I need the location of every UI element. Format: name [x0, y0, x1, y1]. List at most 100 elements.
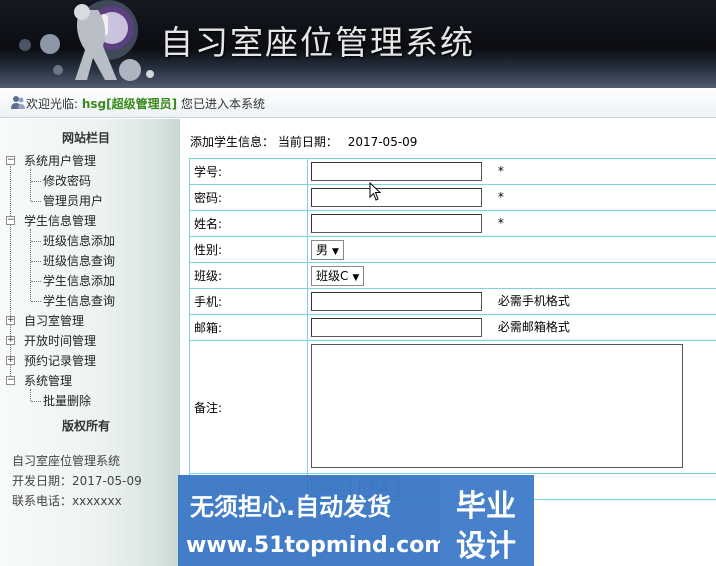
tree-connector [31, 261, 41, 262]
tree-connector [31, 201, 41, 202]
class-selected-value: 班级C [316, 268, 349, 283]
sidebar-item-admin-users[interactable]: 管理员用户 [0, 191, 180, 211]
app-title: 自习室座位管理系统 [160, 23, 475, 62]
sidebar-item-label: 学生信息查询 [43, 294, 116, 308]
tree-connector [31, 181, 41, 182]
sidebar-group-label: 系统用户管理 [24, 154, 97, 168]
field-cell: * [307, 210, 716, 237]
sidebar-item-label: 班级信息查询 [43, 254, 116, 268]
sidebar-item-change-password[interactable]: 修改密码 [0, 171, 180, 191]
field-label: 学号: [189, 158, 308, 185]
format-hint: 必需手机格式 [497, 294, 570, 308]
watermark-word-1: 毕业 [456, 489, 516, 524]
sidebar-group-system-management[interactable]: − 系统管理 [0, 371, 180, 391]
watermark-left-panel: 无须担心.自动发货 www.51topmind.com [178, 475, 447, 566]
field-label: 班级: [189, 262, 308, 289]
watermark-word-2: 设计 [456, 529, 516, 564]
sidebar-group-reservation-management[interactable]: + 预约记录管理 [0, 351, 180, 371]
dropdown-arrow-icon: ▼ [352, 272, 360, 283]
sidebar-group-label: 系统管理 [24, 374, 73, 388]
field-cell: 必需邮箱格式 [307, 314, 716, 341]
expand-icon[interactable]: + [6, 356, 15, 365]
sidebar-item-label: 学生信息添加 [43, 274, 116, 288]
required-marker: * [497, 164, 504, 178]
field-cell: * [307, 158, 716, 185]
sidebar-group-label: 自习室管理 [24, 314, 85, 328]
sidebar-item-batch-delete[interactable]: 批量删除 [0, 391, 180, 411]
gender-select[interactable]: 男 ▼ [311, 239, 344, 260]
password-input[interactable] [311, 188, 482, 207]
sidebar-group-user-management[interactable]: − 系统用户管理 [0, 151, 180, 171]
sidebar: 网站栏目 − 系统用户管理 修改密码 管理员用户 − 学生信息管理 班级信息添加… [0, 119, 180, 566]
tree-connector [31, 241, 41, 242]
required-marker: * [497, 216, 504, 230]
sidebar-item-label: 管理员用户 [43, 194, 104, 208]
watermark-banner: 无须担心.自动发货 www.51topmind.com 毕业 设计 [178, 475, 534, 566]
collapse-icon[interactable]: − [6, 156, 15, 165]
dropdown-arrow-icon: ▼ [332, 246, 339, 257]
field-label: 备注: [189, 340, 308, 474]
watermark-slogan: 无须担心.自动发货 [190, 493, 392, 521]
sidebar-item-label: 班级信息添加 [43, 234, 116, 248]
tree-connector [31, 281, 41, 282]
form-row-gender: 性别: 男 ▼ [189, 236, 716, 263]
sidebar-title: 网站栏目 [62, 131, 111, 145]
sidebar-item-class-add[interactable]: 班级信息添加 [0, 231, 180, 251]
sidebar-group-label: 预约记录管理 [24, 354, 97, 368]
sidebar-group-open-time-management[interactable]: + 开放时间管理 [0, 331, 180, 351]
watermark-right-panel: 毕业 设计 [440, 475, 534, 566]
expand-icon[interactable]: + [6, 336, 15, 345]
collapse-icon[interactable]: − [6, 216, 15, 225]
sidebar-group-student-management[interactable]: − 学生信息管理 [0, 211, 180, 231]
field-cell [307, 340, 716, 474]
system-name-info: 自习室座位管理系统 [12, 454, 121, 468]
student-id-input[interactable] [311, 162, 482, 181]
expand-icon[interactable]: + [6, 316, 15, 325]
tree-connector [31, 401, 41, 402]
email-input[interactable] [311, 318, 482, 337]
welcome-message: 欢迎光临: hsg[超级管理员] 您已进入本系统 [26, 95, 265, 112]
copyright-heading: 版权所有 [62, 419, 111, 433]
field-label: 密码: [189, 184, 308, 211]
student-form: 学号: * 密码: * 姓名: * 性别: 男 ▼ 班级: 班级C ▼ 手机: … [189, 158, 716, 500]
watermark-url: www.51topmind.com [186, 533, 448, 558]
form-row-phone: 手机: 必需手机格式 [189, 288, 716, 315]
name-input[interactable] [311, 214, 482, 233]
gender-selected-value: 男 [316, 242, 329, 257]
current-user: hsg[超级管理员] [81, 97, 178, 111]
form-row-password: 密码: * [189, 184, 716, 211]
format-hint: 必需邮箱格式 [497, 320, 570, 334]
sidebar-item-label: 批量删除 [43, 394, 92, 408]
user-icon [11, 96, 25, 109]
sidebar-item-student-add[interactable]: 学生信息添加 [0, 271, 180, 291]
form-title: 添加学生信息： [190, 135, 275, 149]
logo-illustration [19, 0, 154, 81]
field-label: 姓名: [189, 210, 308, 237]
current-date: 2017-05-09 [347, 135, 418, 149]
tree-connector [31, 301, 41, 302]
header-banner: 自习室座位管理系统 [0, 0, 716, 88]
phone-info: 联系电话：xxxxxxx [12, 494, 122, 508]
date-label: 当前日期： [277, 135, 338, 149]
phone-input[interactable] [311, 292, 482, 311]
sidebar-item-class-query[interactable]: 班级信息查询 [0, 251, 180, 271]
form-row-class: 班级: 班级C ▼ [189, 262, 716, 289]
form-row-email: 邮箱: 必需邮箱格式 [189, 314, 716, 341]
form-row-student-id: 学号: * [189, 158, 716, 185]
field-cell: 班级C ▼ [307, 262, 716, 289]
field-label: 邮箱: [189, 314, 308, 341]
sidebar-group-label: 开放时间管理 [24, 334, 97, 348]
welcome-prefix: 欢迎光临: [26, 97, 79, 111]
required-marker: * [497, 190, 504, 204]
form-header: 添加学生信息： 当前日期： 2017-05-09 [190, 133, 417, 150]
sidebar-item-student-query[interactable]: 学生信息查询 [0, 291, 180, 311]
mouse-cursor-icon [369, 182, 382, 201]
collapse-icon[interactable]: − [6, 376, 15, 385]
dev-date-info: 开发日期：2017-05-09 [12, 474, 142, 488]
sidebar-group-room-management[interactable]: + 自习室管理 [0, 311, 180, 331]
field-label: 手机: [189, 288, 308, 315]
form-row-remark: 备注: [189, 340, 716, 474]
class-select[interactable]: 班级C ▼ [311, 265, 365, 286]
field-cell: 必需手机格式 [307, 288, 716, 315]
remark-textarea[interactable] [311, 343, 683, 468]
